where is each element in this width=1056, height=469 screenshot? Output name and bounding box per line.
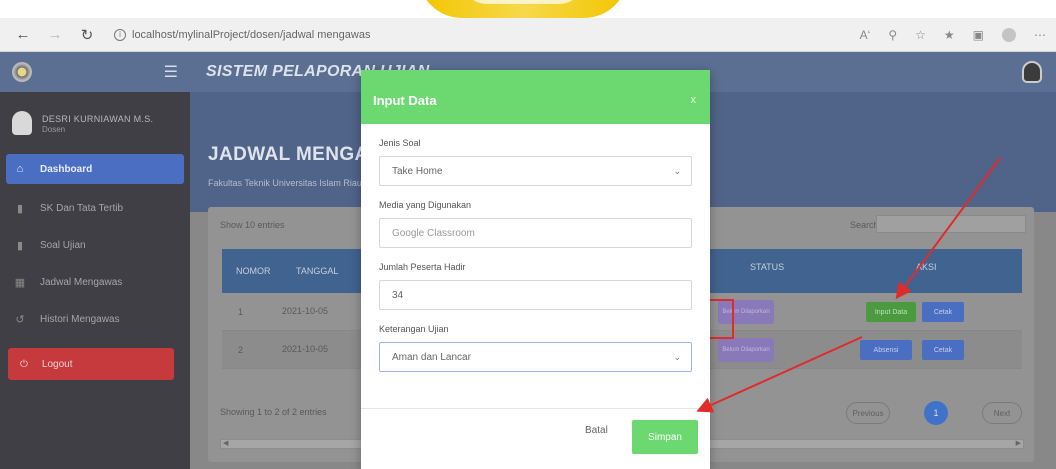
sidebar-item-label: Dashboard: [40, 163, 93, 175]
cell-nomor: 1: [238, 306, 244, 317]
info-icon[interactable]: i: [114, 28, 126, 41]
scroll-left-icon[interactable]: ◀: [223, 439, 228, 447]
modal-footer: Batal Simpan: [361, 408, 710, 469]
showing-entries-text: Showing 1 to 2 of 2 entries: [220, 407, 327, 417]
hamburger-icon[interactable]: ☰: [164, 62, 178, 82]
sidebar-item-label: Histori Mengawas: [40, 313, 120, 325]
jenis-soal-select[interactable]: Take Home ⌄: [379, 156, 692, 186]
collections-icon[interactable]: ▣: [973, 28, 984, 42]
modal-body: Jenis Soal Take Home ⌄ Media yang Diguna…: [361, 124, 710, 372]
cetak-button[interactable]: Cetak: [922, 340, 964, 360]
chevron-down-icon: ⌄: [673, 165, 681, 176]
document-icon: ▮: [16, 202, 24, 215]
absensi-button[interactable]: Absensi: [860, 340, 912, 360]
media-input[interactable]: Google Classroom: [379, 218, 692, 248]
forward-icon[interactable]: →: [46, 26, 64, 44]
sidebar-item-label: Soal Ujian: [40, 239, 86, 251]
cancel-button[interactable]: Batal: [585, 425, 608, 436]
university-logo-icon: [12, 62, 32, 82]
search-input[interactable]: [876, 215, 1026, 233]
sidebar-item-jadwal-mengawas[interactable]: ▦ Jadwal Mengawas: [0, 267, 190, 297]
input-data-button[interactable]: Input Data: [866, 302, 916, 322]
more-icon[interactable]: ⋯: [1034, 28, 1046, 42]
jumlah-peserta-input[interactable]: 34: [379, 280, 692, 310]
jenis-soal-value: Take Home: [392, 165, 443, 177]
sidebar-item-label: SK Dan Tata Tertib: [40, 202, 124, 214]
page-subtitle: Fakultas Teknik Universitas Islam Riau: [208, 178, 362, 188]
modal-header: Input Data x: [361, 70, 710, 124]
profile-icon[interactable]: [1002, 27, 1016, 42]
chevron-down-icon: ⌄: [673, 351, 681, 362]
favorites-icon[interactable]: ★: [944, 28, 955, 42]
top-banner: [0, 0, 1056, 18]
sidebar-item-label: Jadwal Mengawas: [40, 276, 123, 288]
media-label: Media yang Digunakan: [379, 200, 472, 210]
th-status[interactable]: STATUS: [750, 262, 784, 272]
history-icon: ↺: [15, 313, 25, 326]
sidebar-top: ☰: [0, 52, 190, 92]
sidebar: ☰ DESRI KURNIAWAN M.S. Dosen ⌂ Dashboard…: [0, 52, 190, 469]
cell-nomor: 2: [238, 344, 244, 355]
cell-tanggal: 2021-10-05: [282, 344, 329, 354]
user-panel: DESRI KURNIAWAN M.S. Dosen: [0, 92, 190, 154]
browser-toolbar: ← → ↻ i localhost/mylinalProject/dosen/j…: [0, 18, 1056, 52]
read-aloud-icon[interactable]: A‘: [860, 28, 871, 42]
input-data-modal: Input Data x Jenis Soal Take Home ⌄ Medi…: [361, 70, 710, 469]
keterangan-label: Keterangan Ujian: [379, 324, 449, 334]
status-badge: Belum Dilaporkan: [718, 338, 774, 362]
logout-button[interactable]: ⏻ Logout: [8, 348, 174, 380]
jenis-soal-label: Jenis Soal: [379, 138, 421, 148]
zoom-icon[interactable]: ⚲: [888, 28, 897, 42]
sidebar-item-dashboard[interactable]: ⌂ Dashboard: [6, 154, 184, 184]
th-nomor[interactable]: NOMOR: [222, 266, 282, 276]
pagination-next[interactable]: Next: [982, 402, 1022, 424]
sidebar-item-soal-ujian[interactable]: ▮ Soal Ujian: [0, 230, 190, 260]
th-tanggal[interactable]: TANGGAL: [282, 266, 362, 276]
jumlah-peserta-label: Jumlah Peserta Hadir: [379, 262, 466, 272]
user-avatar-icon: [12, 111, 32, 135]
url-text: localhost/mylinalProject/dosen/jadwal me…: [132, 28, 371, 41]
scroll-right-icon[interactable]: ▶: [1016, 439, 1021, 447]
jumlah-peserta-value: 34: [392, 289, 404, 301]
pagination-page-1[interactable]: 1: [924, 401, 948, 425]
save-button[interactable]: Simpan: [632, 420, 698, 454]
user-name: DESRI KURNIAWAN M.S.: [42, 113, 154, 124]
power-icon: ⏻: [20, 358, 28, 370]
home-icon: ⌂: [16, 163, 24, 175]
show-entries-select[interactable]: Show 10 entries: [220, 220, 285, 230]
th-aksi[interactable]: AKSI: [916, 262, 937, 272]
calendar-icon: ▦: [14, 276, 26, 289]
user-menu-avatar-icon[interactable]: [1022, 61, 1042, 83]
favorite-add-icon[interactable]: ☆: [915, 28, 926, 42]
logout-label: Logout: [41, 358, 73, 370]
keterangan-value: Aman dan Lancar: [392, 351, 471, 363]
watermark-logo: [418, 0, 628, 18]
pagination-previous[interactable]: Previous: [846, 402, 890, 424]
close-icon[interactable]: x: [691, 94, 697, 106]
cetak-button[interactable]: Cetak: [922, 302, 964, 322]
sidebar-item-histori-mengawas[interactable]: ↺ Histori Mengawas: [0, 304, 190, 334]
user-role: Dosen: [42, 124, 66, 134]
modal-title: Input Data: [373, 92, 437, 108]
media-value: Google Classroom: [392, 227, 475, 239]
document-icon: ▮: [16, 239, 24, 252]
address-bar[interactable]: i localhost/mylinalProject/dosen/jadwal …: [114, 28, 860, 41]
back-icon[interactable]: ←: [14, 26, 32, 44]
browser-actions: A‘ ⚲ ☆ ★ ▣ ⋯: [860, 27, 1046, 42]
cell-tanggal: 2021-10-05: [282, 306, 329, 316]
reload-icon[interactable]: ↻: [78, 26, 96, 44]
keterangan-select[interactable]: Aman dan Lancar ⌄: [379, 342, 692, 372]
sidebar-item-sk-tata-tertib[interactable]: ▮ SK Dan Tata Tertib: [0, 193, 190, 223]
